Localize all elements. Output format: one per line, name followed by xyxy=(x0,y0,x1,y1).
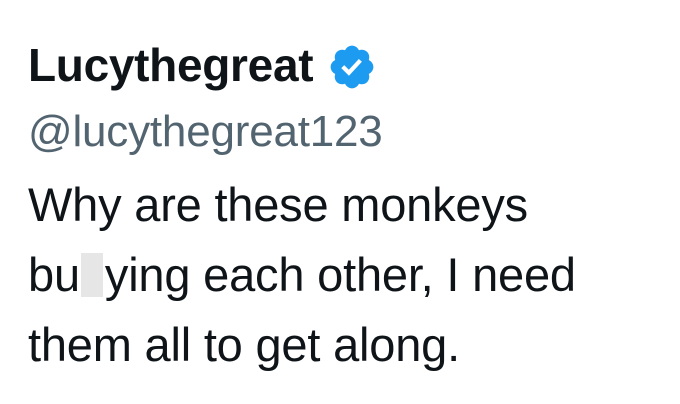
text-after-censor: ying each other, I need xyxy=(104,248,576,301)
text-before-censor: bu xyxy=(28,248,80,301)
user-handle[interactable]: @lucythegreat123 xyxy=(28,110,668,154)
tweet-text-line-2: bu ying each other, I need xyxy=(28,240,668,310)
tweet-text-line-1: Why are these monkeys xyxy=(28,178,528,231)
author-row: Lucythegreat xyxy=(28,34,668,96)
tweet: Lucythegreat @lucythegreat123 Why are th… xyxy=(28,34,668,380)
censor-block xyxy=(80,253,103,297)
verified-badge-icon xyxy=(327,42,377,92)
display-name[interactable]: Lucythegreat xyxy=(28,42,314,88)
tweet-text: Why are these monkeys bu ying each other,… xyxy=(28,170,668,380)
tweet-text-line-3: them all to get along. xyxy=(28,318,460,371)
